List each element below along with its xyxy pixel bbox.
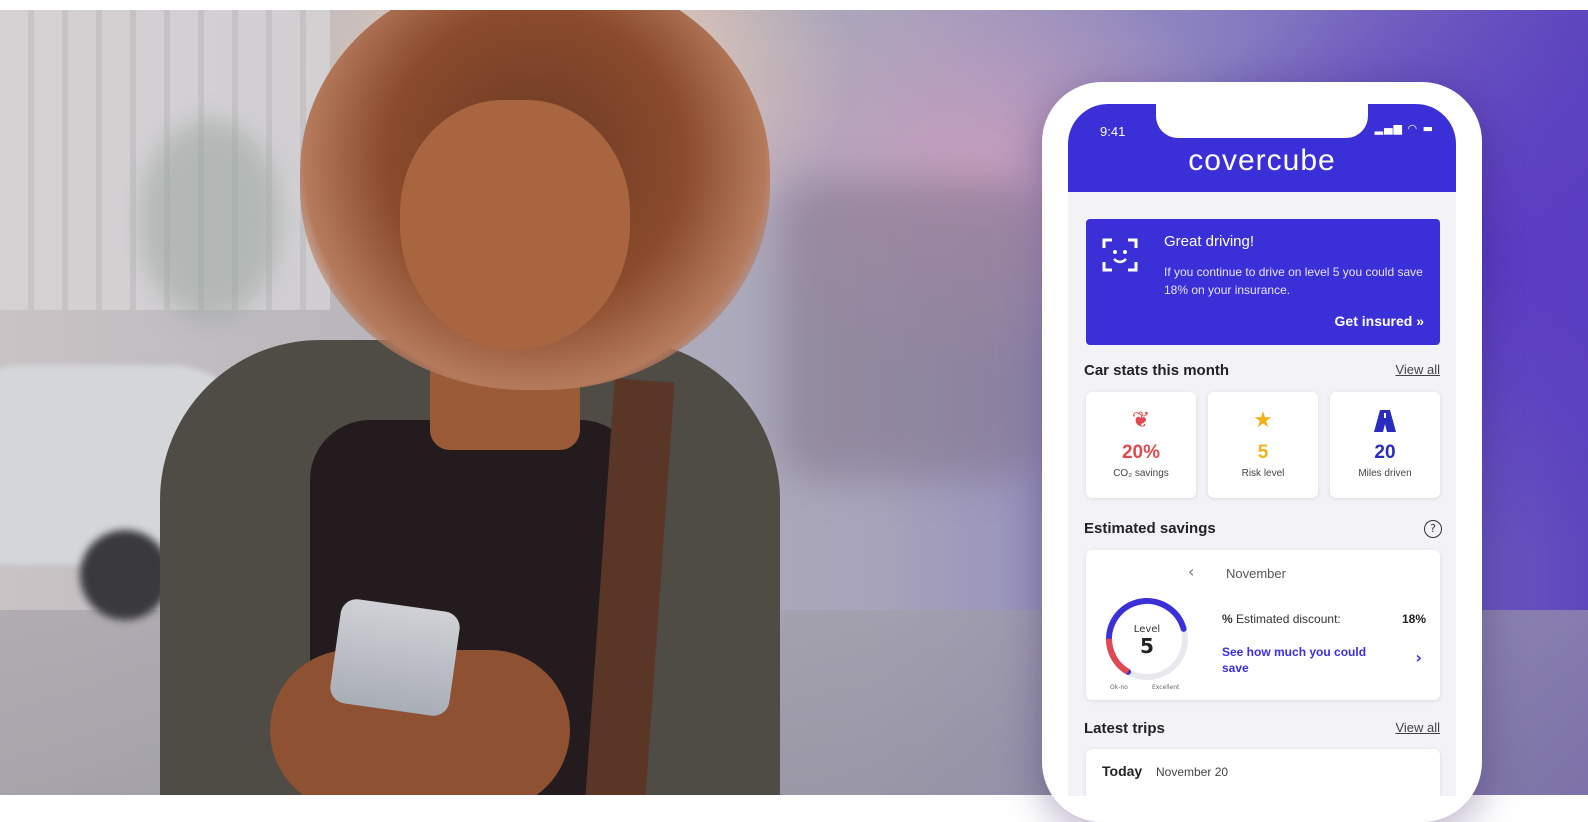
gauge-value: 5 [1140, 634, 1154, 658]
estimated-savings-title: Estimated savings [1084, 520, 1216, 537]
promo-banner: Great driving! If you continue to drive … [1086, 219, 1440, 345]
stat-co2-savings[interactable]: ❦ 20% CO₂ savings [1086, 392, 1196, 498]
trip-list-item[interactable]: Today November 20 [1086, 749, 1440, 796]
trips-view-all-link[interactable]: View all [1395, 720, 1440, 735]
estimated-discount-label: % Estimated discount: [1222, 612, 1341, 626]
phone-notch [1156, 104, 1368, 138]
latest-trips-title: Latest trips [1084, 720, 1165, 737]
stat-co2-value: 20% [1121, 442, 1161, 463]
get-insured-button[interactable]: Get insured » [1335, 313, 1424, 329]
road-icon [1330, 408, 1440, 434]
savings-card: ‹ November Level 5 Ok-no Excellent % Est… [1086, 550, 1440, 700]
scan-face-icon [1102, 238, 1138, 272]
trip-date: November 20 [1156, 765, 1229, 779]
gauge-low-label: Ok-no [1110, 684, 1128, 691]
percent-icon: % [1222, 612, 1233, 626]
chevron-right-icon[interactable]: › [1415, 648, 1422, 667]
handheld-phone [328, 597, 462, 718]
stat-miles-value: 20 [1374, 442, 1396, 463]
phone-mockup: 9:41 ▂▄▆ ◠ ▬ covercube Great driving! If… [1042, 82, 1482, 822]
see-savings-link[interactable]: See how much you could save [1222, 644, 1382, 676]
stat-miles-driven[interactable]: 20 Miles driven [1330, 392, 1440, 498]
banner-title: Great driving! [1164, 233, 1255, 250]
gauge-high-label: Excellent [1152, 684, 1180, 691]
car-wheel [80, 530, 170, 620]
chevron-left-icon[interactable]: ‹ [1188, 562, 1194, 581]
stat-miles-label: Miles driven [1358, 468, 1412, 479]
estimated-discount-value: 18% [1401, 612, 1426, 626]
blurred-tree [140, 120, 280, 320]
blurred-street-scene [780, 180, 1040, 480]
leaf-icon: ❦ [1131, 408, 1151, 433]
person-face [400, 100, 630, 350]
stat-risk-label: Risk level [1241, 468, 1285, 479]
trip-day: Today [1102, 763, 1143, 779]
help-icon[interactable]: ? [1424, 520, 1442, 538]
stat-risk-level[interactable]: ★ 5 Risk level [1208, 392, 1318, 498]
app-header: 9:41 ▂▄▆ ◠ ▬ covercube [1068, 104, 1456, 192]
status-time: 9:41 [1100, 124, 1126, 139]
banner-text: If you continue to drive on level 5 you … [1164, 265, 1423, 297]
car-stats-title: Car stats this month [1084, 362, 1230, 379]
stat-co2-label: CO₂ savings [1113, 468, 1169, 479]
status-icons: ▂▄▆ ◠ ▬ [1374, 122, 1434, 135]
stat-risk-value: 5 [1257, 442, 1269, 463]
car-stats-view-all-link[interactable]: View all [1395, 362, 1440, 377]
brand-logo: covercube [1188, 144, 1336, 177]
savings-month: November [1226, 566, 1286, 581]
star-icon: ★ [1253, 408, 1273, 433]
app-screen: 9:41 ▂▄▆ ◠ ▬ covercube Great driving! If… [1068, 104, 1456, 796]
